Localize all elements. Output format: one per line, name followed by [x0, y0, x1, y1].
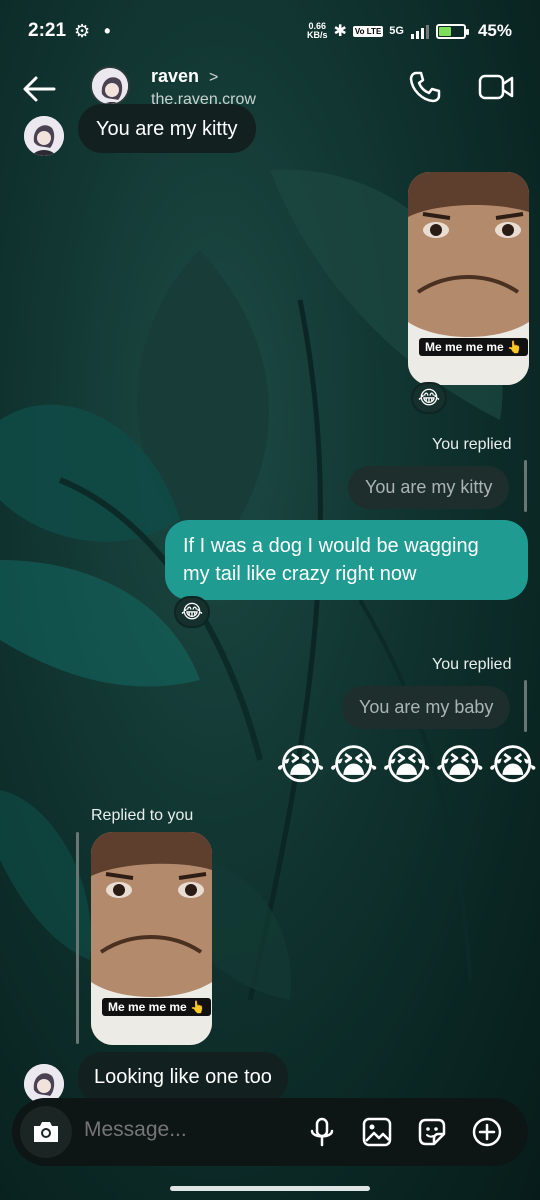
settings-gear-icon: ⚙	[74, 20, 91, 41]
phone-call-icon[interactable]	[408, 70, 442, 104]
home-indicator[interactable]	[170, 1186, 370, 1191]
signal-label: 5G	[389, 25, 404, 37]
notification-dot: •	[104, 20, 111, 41]
net-speed: 0.66 KB/s	[307, 22, 328, 40]
reply-label: You replied	[432, 656, 512, 673]
message-input[interactable]	[84, 1118, 284, 1142]
net-speed-unit: KB/s	[306, 30, 328, 40]
replied-to-you-label: Replied to you	[91, 807, 194, 824]
reply-indicator	[524, 680, 527, 732]
reply-indicator	[524, 460, 527, 512]
sender-avatar[interactable]	[24, 116, 64, 156]
contact-name[interactable]: raven >	[151, 66, 218, 87]
reply-label: You replied	[432, 436, 512, 453]
battery-icon	[435, 23, 469, 39]
contact-avatar[interactable]	[90, 66, 130, 106]
message-reaction[interactable]: 😂	[411, 382, 447, 414]
message-text: Looking like one too	[94, 1066, 272, 1088]
bluetooth-icon: ✱	[333, 23, 347, 40]
reply-indicator	[76, 832, 79, 1044]
status-bar: 2:21 ⚙ • 0.66 KB/s ✱ Vo LTE 5G 45%	[0, 0, 540, 62]
received-message[interactable]: You are my kitty	[78, 104, 256, 153]
received-message[interactable]: Looking like one too	[78, 1052, 288, 1103]
photo-sticker: Me me me me 👆	[419, 338, 528, 356]
signal-bars-icon	[410, 25, 429, 39]
quoted-text: You are my kitty	[365, 477, 493, 497]
add-icon[interactable]	[471, 1116, 503, 1148]
quoted-message[interactable]: You are my kitty	[348, 466, 510, 509]
sent-message[interactable]: If I was a dog I would be wagging my tai…	[165, 520, 528, 600]
emoji-message[interactable]: 😭😭😭😭😭	[276, 740, 540, 789]
message-text: You are my kitty	[96, 118, 238, 140]
chat-header: raven > the.raven.crow	[0, 62, 540, 118]
camera-icon	[34, 1122, 58, 1142]
message-reaction[interactable]: 😂	[174, 596, 210, 628]
battery-percent: 45%	[477, 21, 512, 40]
status-time: 2:21	[28, 20, 67, 41]
quoted-text: You are my baby	[359, 697, 494, 717]
quoted-message[interactable]: You are my baby	[342, 686, 511, 729]
microphone-icon[interactable]	[306, 1116, 338, 1148]
video-call-icon[interactable]	[478, 72, 514, 102]
sticker-icon[interactable]	[416, 1116, 448, 1148]
contact-name-text: raven	[151, 66, 200, 86]
volte-badge: Vo LTE	[352, 25, 384, 37]
photo-sticker: Me me me me 👆	[102, 998, 211, 1016]
camera-button[interactable]	[20, 1106, 72, 1158]
gallery-icon[interactable]	[361, 1116, 393, 1148]
message-text: If I was a dog I would be wagging my tai…	[183, 535, 479, 585]
chevron-right-icon: >	[209, 69, 219, 86]
back-arrow-icon[interactable]	[22, 74, 56, 104]
message-composer	[12, 1098, 528, 1166]
